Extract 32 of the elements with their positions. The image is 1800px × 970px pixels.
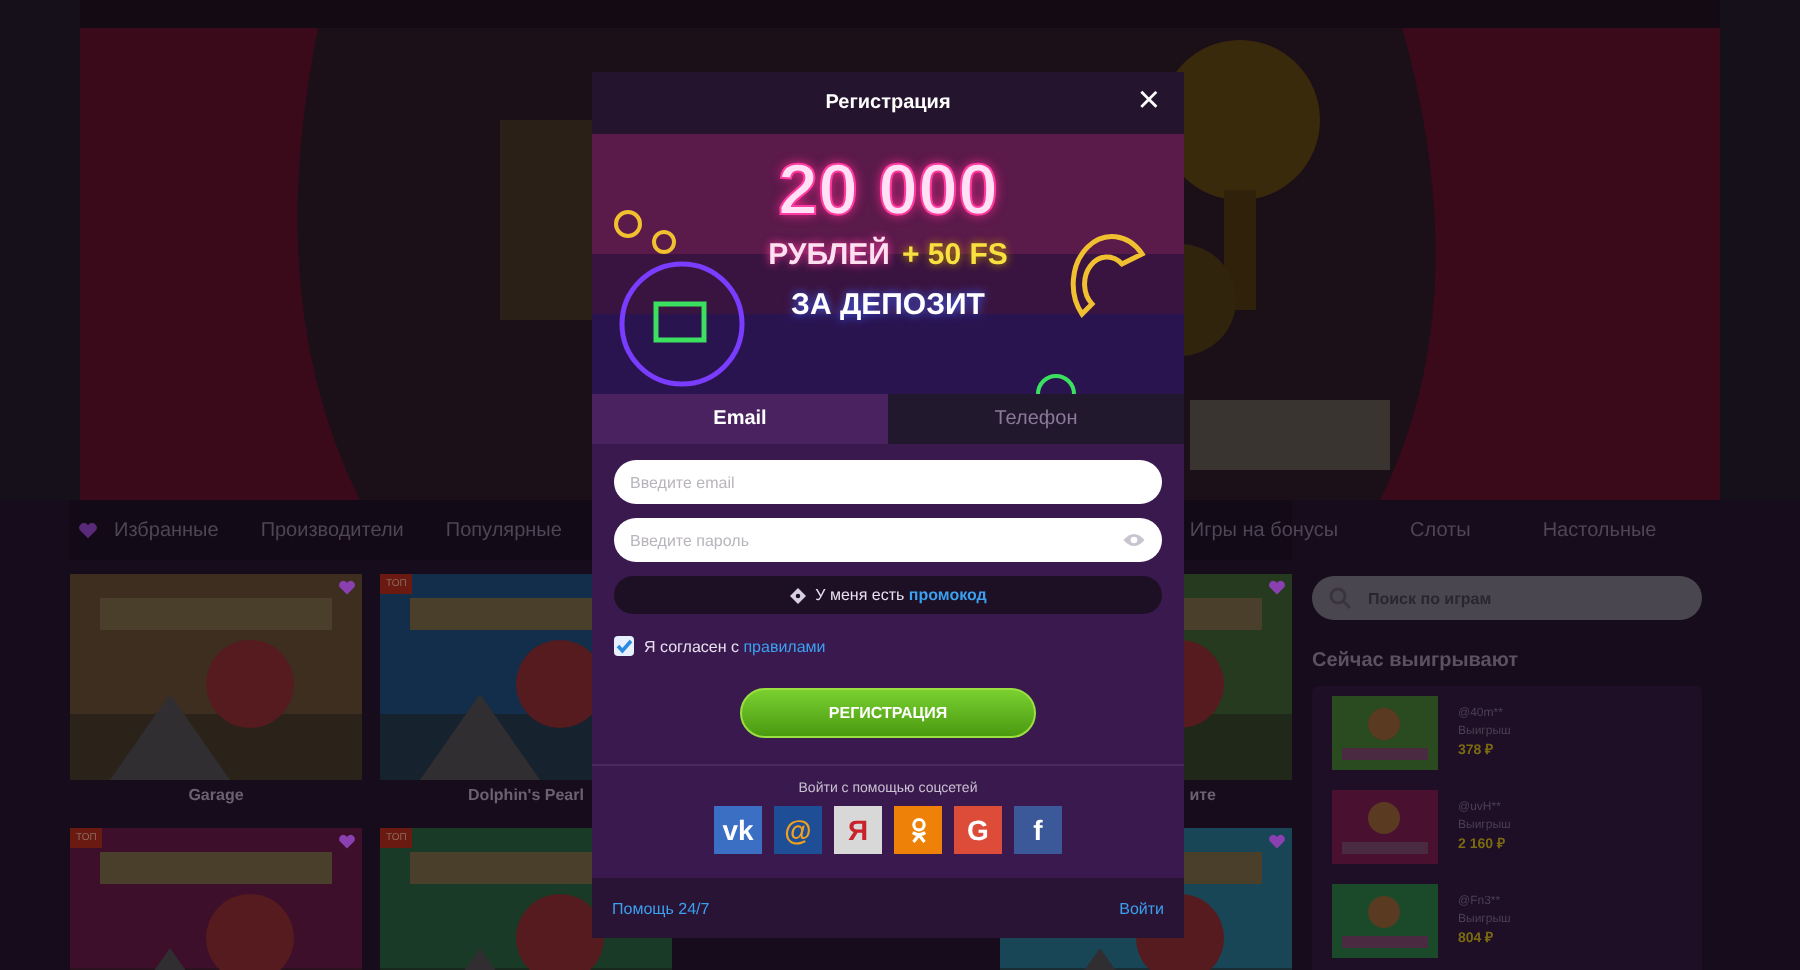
nav-link[interactable]: Производители [260,519,404,541]
nav-link[interactable]: Настольные [1542,519,1657,541]
social-login-button[interactable]: @ [774,806,822,854]
heart-icon [78,521,98,539]
rules-link[interactable]: правилами [743,637,826,655]
promo-code-link[interactable]: промокод [908,586,987,604]
agreement-text: Я согласен с правилами [644,637,826,655]
heart-icon[interactable] [1268,834,1286,850]
game-title[interactable]: Garage [70,780,362,806]
social-login-button[interactable] [894,806,942,854]
nav-link[interactable]: Слоты [1410,519,1471,541]
social-login-button[interactable]: G [954,806,1002,854]
heart-icon[interactable] [338,834,356,850]
password-field[interactable]: Введите пароль [614,518,1162,562]
help-link[interactable]: Помощь 24/7 [612,899,710,917]
nav-link[interactable]: Игры на бонусы [1189,519,1339,541]
promo-code-bar[interactable]: У меня есть промокод [614,576,1162,614]
person-icon [907,815,929,845]
social-login-button[interactable]: vk [714,806,762,854]
login-link[interactable]: Войти [1119,899,1164,917]
checkbox[interactable] [614,636,634,656]
section-heading: Сейчас выигрывают [1312,650,1521,672]
promo-text: У меня есть промокод [815,586,987,604]
tag-icon [789,587,806,603]
heart-icon[interactable] [338,580,356,596]
nav-link[interactable]: Избранные [78,519,219,541]
register-button[interactable]: РЕГИСТРАЦИЯ [740,688,1036,738]
heart-icon[interactable] [1268,580,1286,596]
social-login-button[interactable]: f [1014,806,1062,854]
social-login-button[interactable]: Я [834,806,882,854]
eye-icon[interactable] [1122,532,1146,548]
nav-link[interactable]: Популярные [445,519,562,541]
